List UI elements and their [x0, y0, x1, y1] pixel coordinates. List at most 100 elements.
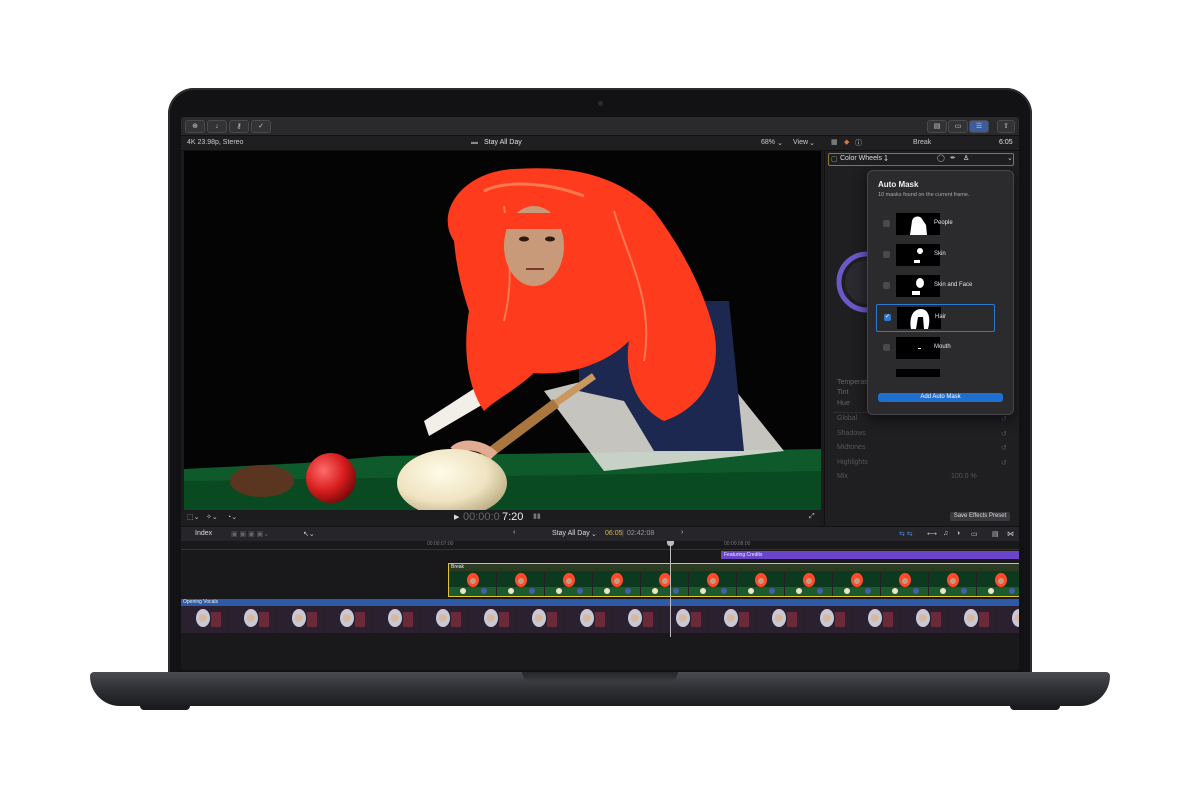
- viewer-controls: ⬚⌄ ✧⌄ ◔⌄ ▶ 00:00:0 7:20 ▮▮ ⤢: [181, 510, 821, 526]
- download-icon[interactable]: ↓: [207, 120, 227, 133]
- timeline-toolbar: Index ▣ ▣ ▣ ▣⌄ ↖⌄ ‹ Stay All Day ⌄ 06:05…: [181, 526, 1019, 542]
- row-label: Tint: [837, 389, 849, 396]
- timeline-layout-icon[interactable]: ▭: [948, 120, 968, 133]
- playhead[interactable]: [670, 541, 671, 637]
- eyedropper-icon[interactable]: ✒: [950, 154, 956, 162]
- ellipse-mask-icon[interactable]: ◯: [937, 154, 945, 162]
- add-auto-mask-button[interactable]: Add Auto Mask: [878, 393, 1003, 402]
- fullscreen-icon[interactable]: ⤢: [809, 513, 815, 521]
- snapping-icon[interactable]: ▭: [971, 530, 978, 538]
- reset-icon[interactable]: ↺: [1001, 430, 1007, 438]
- filmstrip-frame: [517, 606, 565, 633]
- mask-checkbox[interactable]: [883, 220, 890, 227]
- filmstrip-frame: [977, 571, 1019, 596]
- mask-item-hair[interactable]: ✓ Hair: [876, 304, 995, 332]
- checkmark-icon[interactable]: ✓: [884, 314, 891, 321]
- share-icon[interactable]: ⇧: [997, 120, 1015, 133]
- save-effects-preset-button[interactable]: Save Effects Preset: [950, 512, 1010, 521]
- headphones-icon[interactable]: ♫: [943, 530, 948, 537]
- reset-icon[interactable]: ↺: [1001, 444, 1007, 452]
- forward-icon[interactable]: ›: [681, 529, 683, 536]
- check-icon[interactable]: ✓: [251, 120, 271, 133]
- break-clip[interactable]: Break: [448, 563, 1019, 597]
- timeline-position: 06:05: [605, 530, 623, 537]
- mask-checkbox[interactable]: [883, 282, 890, 289]
- chevron-down-icon: ⌄: [809, 140, 815, 147]
- checkbox-icon[interactable]: ▢: [831, 155, 838, 163]
- import-icon[interactable]: ⊕: [185, 120, 205, 133]
- filmstrip-frame: [449, 571, 497, 596]
- filmstrip-frame: [757, 606, 805, 633]
- row-label: Hue: [837, 400, 850, 407]
- row-label: Mix: [837, 473, 848, 480]
- row-label: Highlights: [837, 459, 868, 466]
- filmstrip-frame: [785, 571, 833, 596]
- filmstrip-frame: [833, 571, 881, 596]
- filmstrip-frame: [929, 571, 977, 596]
- filmstrip-frame: [661, 606, 709, 633]
- mask-item-skin-and-face[interactable]: Skin and Face: [876, 273, 993, 299]
- speed-icon[interactable]: ◔⌄: [227, 513, 237, 521]
- color-icon[interactable]: ◆: [844, 138, 849, 146]
- mask-label: Skin: [934, 251, 946, 257]
- filmstrip-frame: [325, 606, 373, 633]
- info-icon[interactable]: ⓘ: [855, 138, 862, 148]
- back-icon[interactable]: ‹: [513, 529, 515, 536]
- reset-icon[interactable]: ↺: [1001, 459, 1007, 467]
- chevron-down-icon: ⌄: [1007, 155, 1013, 162]
- audio-skim-icon[interactable]: ⇆ ⇆: [899, 530, 913, 538]
- mask-checkbox[interactable]: [883, 344, 890, 351]
- format-label: 4K 23.98p, Stereo: [187, 139, 244, 146]
- filmstrip-frame: [901, 606, 949, 633]
- timeline-area[interactable]: 00:00:07:00 00:00:08:00 Featuring Credit…: [181, 541, 1019, 670]
- filmstrip-frame: [689, 571, 737, 596]
- solo-icon[interactable]: ◑: [956, 530, 960, 537]
- browser-layout-icon[interactable]: ▤: [927, 120, 947, 133]
- mask-thumbnail: [896, 369, 940, 377]
- camera-icon: [598, 101, 603, 106]
- film-icon[interactable]: ▦: [831, 138, 838, 146]
- play-icon[interactable]: ▶: [454, 513, 459, 521]
- effect-name: Color Wheels 1: [840, 155, 888, 162]
- clip-label: Opening Vocals: [183, 599, 219, 605]
- top-toolbar: ⊕ ↓ ⚷ ✓ ▤ ▭ ☰ ⇧: [181, 117, 1019, 136]
- split-icon[interactable]: ⟷: [927, 530, 937, 538]
- clip-label: Break: [451, 564, 465, 570]
- filmstrip-frame: [229, 606, 277, 633]
- featuring-credits-clip[interactable]: Featuring Credits: [721, 551, 1019, 559]
- filmstrip-frame: [613, 606, 661, 633]
- playhead-handle[interactable]: [667, 541, 674, 546]
- close-icon[interactable]: ⋈: [1007, 530, 1014, 538]
- person-mask-icon[interactable]: ♙: [963, 154, 969, 162]
- chevron-down-icon: ⌄: [591, 531, 597, 538]
- inspector-layout-icon[interactable]: ☰: [969, 120, 989, 133]
- laptop-notch: [522, 672, 678, 682]
- filmstrip-frame: [853, 606, 901, 633]
- mask-label: Mouth: [934, 344, 951, 350]
- timeline-ruler[interactable]: [181, 541, 1019, 550]
- magic-wand-icon[interactable]: ✧⌄: [206, 513, 218, 521]
- mask-item-skin[interactable]: Skin: [876, 242, 993, 268]
- keys-icon[interactable]: ⚷: [229, 120, 249, 133]
- viewer-frame-picture: [184, 151, 821, 510]
- clip-view-icon[interactable]: ▤: [992, 530, 999, 538]
- index-button[interactable]: Index: [195, 530, 212, 537]
- transform-icon[interactable]: ⬚⌄: [187, 513, 199, 521]
- separator-icon: |: [622, 530, 624, 537]
- view-menu[interactable]: View: [793, 139, 808, 146]
- viewer-info-bar: 4K 23.98p, Stereo ▬ Stay All Day 68% ⌄ V…: [181, 136, 1019, 151]
- arrow-tool-icon[interactable]: ↖⌄: [303, 530, 315, 538]
- clip-duration: 6:05: [999, 139, 1013, 146]
- mask-item-people[interactable]: People: [876, 211, 993, 237]
- clip-appearance-icon[interactable]: ▣ ▣ ▣ ▣⌄: [231, 530, 269, 538]
- reset-icon[interactable]: ↺: [1001, 415, 1007, 423]
- app-window: ⊕ ↓ ⚷ ✓ ▤ ▭ ☰ ⇧ 4K 23.98p, Stereo ▬ Stay…: [181, 117, 1019, 670]
- filmstrip-frame: [881, 571, 929, 596]
- mask-item-mouth[interactable]: Mouth: [876, 335, 993, 361]
- zoom-menu[interactable]: 68%: [761, 139, 775, 146]
- row-value: 100.0 %: [951, 473, 977, 480]
- viewer-image[interactable]: [184, 151, 821, 510]
- mask-checkbox[interactable]: [883, 251, 890, 258]
- auto-mask-popup: Auto Mask 10 masks found on the current …: [867, 170, 1014, 415]
- opening-vocals-clip[interactable]: Opening Vocals: [181, 599, 1019, 606]
